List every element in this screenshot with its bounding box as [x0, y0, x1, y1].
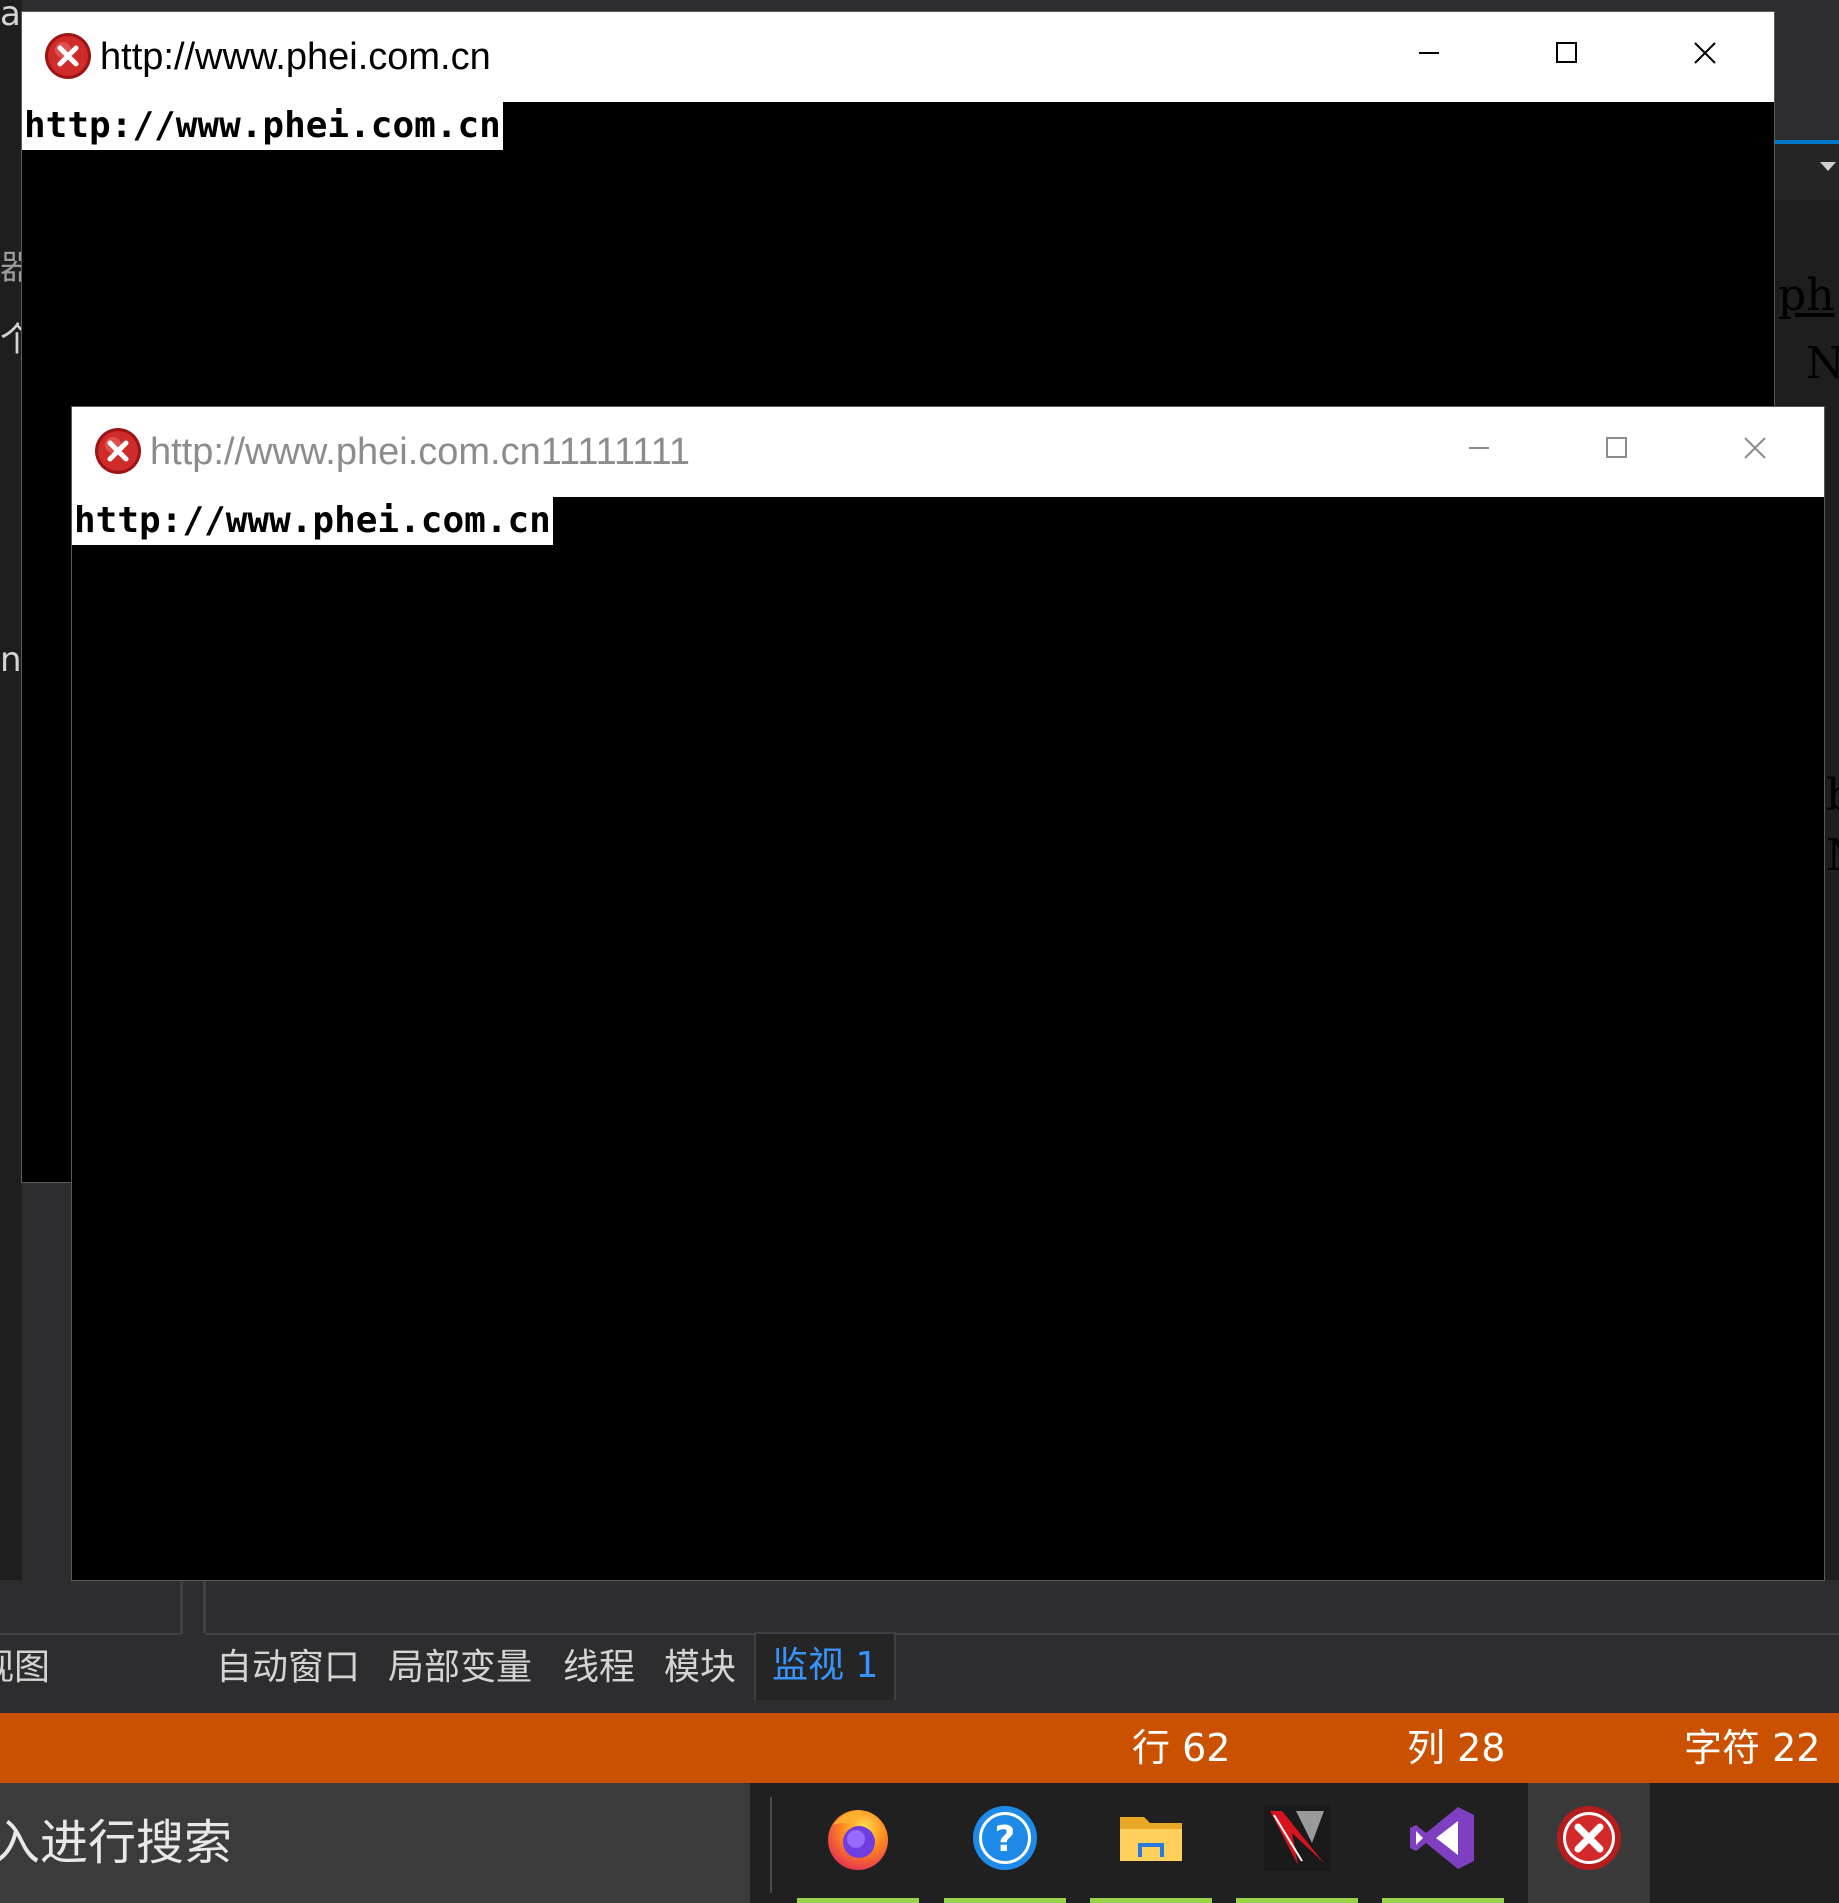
- panel-divider: [180, 1580, 183, 1633]
- panel-divider: [205, 1633, 1839, 1635]
- running-indicator: [1236, 1898, 1358, 1903]
- error-icon: [1557, 1806, 1621, 1870]
- running-indicator: [944, 1898, 1066, 1903]
- ide-left-fragment: ai: [0, 0, 22, 34]
- help-icon: ?: [973, 1806, 1037, 1870]
- ide-left-fragment: n.: [0, 640, 22, 680]
- close-button[interactable]: [1686, 407, 1824, 497]
- running-indicator: [797, 1898, 919, 1903]
- status-line[interactable]: 行 62: [1132, 1713, 1230, 1783]
- running-indicator: [1382, 1898, 1504, 1903]
- ide-left-fragment: 个: [0, 320, 22, 360]
- status-bar: 行 62 列 28 字符 22: [0, 1713, 1839, 1783]
- ide-left-panel: [0, 0, 22, 1580]
- code-token: NU: [1826, 830, 1839, 881]
- taskbar-app-error-window[interactable]: [1528, 1783, 1650, 1903]
- console-text-line: http://www.phei.com.cn: [22, 102, 503, 150]
- minimize-button[interactable]: [1410, 407, 1548, 497]
- close-icon: [1744, 437, 1766, 459]
- tab-autos[interactable]: 自动窗口: [216, 1638, 360, 1698]
- chevron-down-icon[interactable]: [1820, 162, 1836, 171]
- close-icon: [1694, 42, 1716, 64]
- minimize-button[interactable]: [1360, 12, 1498, 102]
- tab-watch-1[interactable]: 监视 1: [754, 1632, 897, 1700]
- status-column[interactable]: 列 28: [1407, 1713, 1505, 1783]
- taskbar-app-help[interactable]: ?: [944, 1783, 1066, 1903]
- ide-right-toolbar[interactable]: [1774, 140, 1839, 204]
- console-text-line: http://www.phei.com.cn: [72, 497, 553, 545]
- console-window-2[interactable]: http://www.phei.com.cn11111111 http://ww…: [72, 407, 1824, 1580]
- code-token: NU: [1806, 338, 1839, 389]
- taskbar-search-box[interactable]: 入进行搜索: [0, 1783, 750, 1903]
- firefox-icon: [828, 1810, 888, 1870]
- close-button[interactable]: [1636, 12, 1774, 102]
- code-token: ph: [1778, 270, 1835, 321]
- error-icon: [95, 428, 141, 474]
- visual-studio-icon: [1410, 1807, 1474, 1869]
- window-title: http://www.phei.com.cn: [100, 36, 491, 78]
- window-title: http://www.phei.com.cn11111111: [150, 431, 691, 473]
- panel-divider: [203, 1580, 206, 1633]
- ide-left-fragment: 器(: [0, 248, 22, 288]
- maximize-icon: [1556, 42, 1577, 63]
- minimize-icon: [1469, 447, 1489, 449]
- maximize-icon: [1606, 437, 1627, 458]
- running-indicator: [1090, 1898, 1212, 1903]
- console-output[interactable]: http://www.phei.com.cn: [72, 497, 1824, 1580]
- taskbar-app-red-tool[interactable]: [1236, 1783, 1358, 1903]
- tab-threads[interactable]: 线程: [563, 1638, 635, 1698]
- error-icon: [45, 33, 91, 79]
- maximize-button[interactable]: [1498, 12, 1636, 102]
- svg-text:?: ?: [995, 1819, 1016, 1860]
- tab-locals[interactable]: 局部变量: [388, 1638, 532, 1698]
- tab-modules[interactable]: 模块: [664, 1638, 736, 1698]
- folder-icon: [1120, 1817, 1182, 1861]
- window-titlebar[interactable]: http://www.phei.com.cn: [22, 12, 1774, 102]
- taskbar-app-file-explorer[interactable]: [1090, 1783, 1212, 1903]
- status-character[interactable]: 字符 22: [1684, 1713, 1820, 1783]
- tab-view[interactable]: 视图: [0, 1638, 50, 1698]
- maximize-button[interactable]: [1548, 407, 1686, 497]
- taskbar: 入进行搜索 ?: [0, 1783, 1839, 1903]
- minimize-icon: [1419, 52, 1439, 54]
- taskbar-app-firefox[interactable]: [797, 1783, 919, 1903]
- taskbar-app-visual-studio[interactable]: [1382, 1783, 1504, 1903]
- code-token: b: [1826, 770, 1839, 821]
- window-titlebar[interactable]: http://www.phei.com.cn11111111: [72, 407, 1824, 497]
- panel-divider: [0, 1633, 182, 1635]
- app-icon: [1264, 1805, 1330, 1871]
- taskbar-separator: [770, 1797, 772, 1893]
- search-placeholder[interactable]: 入进行搜索: [0, 1783, 232, 1903]
